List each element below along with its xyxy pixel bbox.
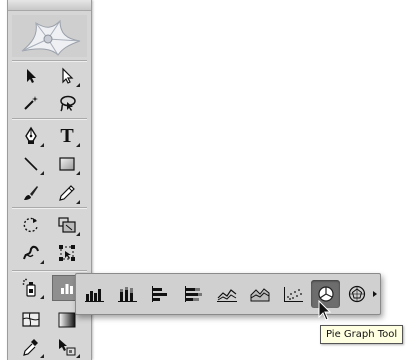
scale-icon <box>58 217 76 233</box>
flower-logo-icon <box>21 19 81 56</box>
magic-wand-tool[interactable] <box>16 90 46 116</box>
live-paint-icon <box>59 339 76 356</box>
lasso-tool[interactable] <box>52 90 82 116</box>
column-graph-tool[interactable] <box>80 280 109 308</box>
bar-graph-icon <box>151 286 167 302</box>
selection-icon <box>27 69 36 83</box>
symbol-sprayer-tool[interactable] <box>16 275 46 301</box>
hidden-tools-indicator <box>76 171 80 175</box>
lasso-icon <box>60 95 76 112</box>
paintbrush-icon <box>24 186 38 200</box>
pen-tool[interactable] <box>16 123 46 149</box>
stacked-bar-graph-tool[interactable] <box>179 280 208 308</box>
direct-selection-tool[interactable] <box>52 63 82 89</box>
hidden-tools-indicator <box>40 260 44 264</box>
stacked-bar-graph-icon <box>184 286 202 302</box>
symbol-sprayer-icon <box>22 278 36 297</box>
tearoff-arrow-icon <box>373 291 377 297</box>
type-tool[interactable]: T <box>52 123 82 149</box>
stacked-column-graph-icon <box>117 287 137 302</box>
stacked-column-graph-tool[interactable] <box>113 280 142 308</box>
column-graph-icon <box>61 284 73 294</box>
line-segment-tool[interactable] <box>16 151 46 177</box>
hidden-tools-indicator <box>76 143 80 147</box>
selection-tool[interactable] <box>16 63 46 89</box>
graph-tools-flyout <box>75 273 381 315</box>
free-transform-icon <box>59 245 75 261</box>
radar-graph-icon <box>348 285 365 303</box>
hidden-tools-indicator <box>40 354 44 358</box>
direct-selection-icon <box>62 67 74 84</box>
tool-group-divider <box>12 60 87 62</box>
mouse-cursor <box>318 299 332 327</box>
line-graph-icon <box>216 289 237 302</box>
mesh-icon <box>22 312 40 327</box>
magic-wand-icon <box>24 96 38 110</box>
gradient-icon <box>58 312 76 328</box>
scatter-graph-icon <box>283 287 303 302</box>
hidden-tools-indicator <box>40 171 44 175</box>
tool-tooltip: Pie Graph Tool <box>320 325 404 344</box>
scatter-graph-tool[interactable] <box>278 280 307 308</box>
line-graph-tool[interactable] <box>212 280 241 308</box>
pencil-icon <box>59 185 75 201</box>
tool-group-divider <box>12 270 87 272</box>
area-graph-icon <box>250 288 269 302</box>
pencil-tool[interactable] <box>52 180 82 206</box>
hidden-tools-indicator <box>40 143 44 147</box>
area-graph-tool[interactable] <box>245 280 274 308</box>
free-transform-tool[interactable] <box>52 240 82 266</box>
tool-group-divider <box>12 207 87 209</box>
mesh-tool[interactable] <box>16 307 46 333</box>
eyedropper-tool[interactable] <box>16 334 46 360</box>
panel-title-bar[interactable] <box>8 0 91 11</box>
rotate-icon <box>23 217 38 233</box>
flyout-tearoff-button[interactable] <box>370 274 380 314</box>
bar-graph-tool[interactable] <box>146 280 175 308</box>
rectangle-icon <box>59 157 75 171</box>
tool-group-divider <box>12 118 87 120</box>
type-icon: T <box>60 124 74 147</box>
hidden-tools-indicator <box>40 295 44 299</box>
radar-graph-tool[interactable] <box>342 280 371 308</box>
hidden-tools-indicator <box>76 232 80 236</box>
warp-tool[interactable] <box>16 240 46 266</box>
rotate-tool[interactable] <box>16 212 46 238</box>
eyedropper-icon <box>23 339 38 356</box>
pen-icon <box>25 126 37 144</box>
column-graph-icon <box>84 289 104 302</box>
live-paint-tool[interactable] <box>52 334 82 360</box>
line-segment-icon <box>24 157 38 171</box>
hidden-tools-indicator <box>76 200 80 204</box>
arrow-cursor-icon <box>318 299 332 321</box>
scale-tool[interactable] <box>52 212 82 238</box>
paintbrush-tool[interactable] <box>16 180 46 206</box>
rectangle-tool[interactable] <box>52 151 82 177</box>
hidden-tools-indicator <box>76 83 80 87</box>
hidden-tools-indicator <box>76 354 80 358</box>
warp-icon <box>23 245 39 260</box>
app-logo <box>12 15 87 57</box>
